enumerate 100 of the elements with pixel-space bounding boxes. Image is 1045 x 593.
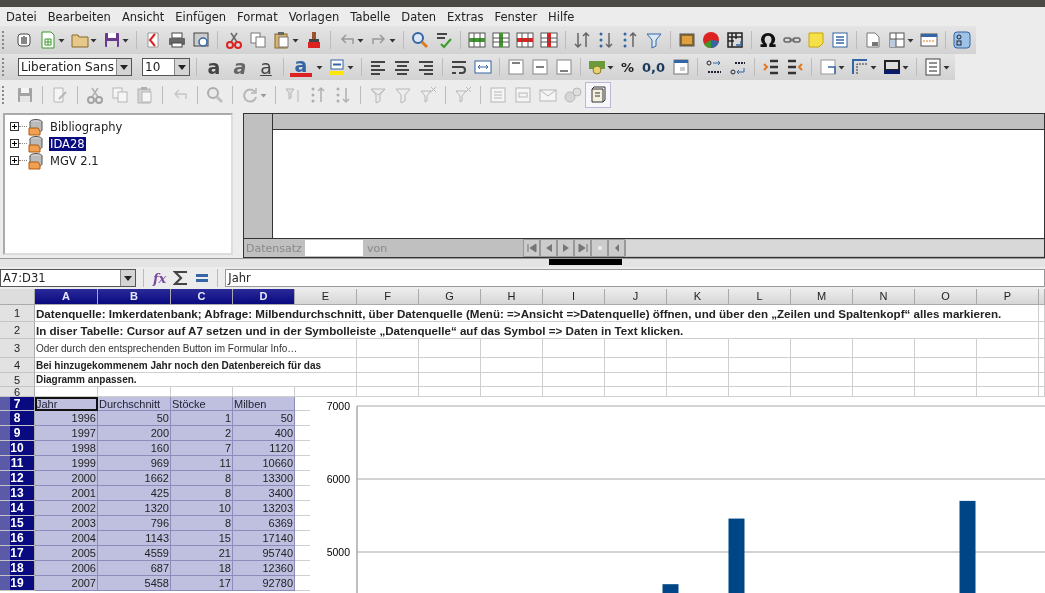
underline-button[interactable]: a <box>255 57 277 77</box>
align-left-icon[interactable] <box>369 58 387 76</box>
pivot-table-icon[interactable] <box>726 31 744 49</box>
row-header[interactable]: 3 <box>0 339 35 358</box>
shapes-icon[interactable] <box>953 31 972 49</box>
toolbar-grip[interactable] <box>2 86 7 104</box>
clipboard-icon[interactable] <box>136 86 154 104</box>
sum-icon[interactable] <box>173 269 190 287</box>
column-header[interactable]: M <box>791 289 853 305</box>
wrap-text-icon[interactable] <box>450 58 468 76</box>
align-center-icon[interactable] <box>393 58 411 76</box>
previous-record-button[interactable] <box>540 239 557 257</box>
menu-item[interactable]: Extras <box>441 9 489 24</box>
sort-icon[interactable] <box>573 31 591 49</box>
filter-icon[interactable] <box>645 31 663 49</box>
column-header[interactable]: D <box>233 289 295 305</box>
align-right-icon[interactable] <box>417 58 435 76</box>
spellcheck-icon[interactable] <box>435 31 453 49</box>
column-header[interactable]: J <box>605 289 667 305</box>
column-header[interactable]: L <box>729 289 791 305</box>
text-frame-icon[interactable] <box>831 31 850 49</box>
italic-button[interactable]: a <box>229 57 251 77</box>
number-format-icon[interactable] <box>672 58 691 76</box>
floppy-icon[interactable] <box>103 31 121 49</box>
pie-chart-icon[interactable] <box>702 31 720 49</box>
menu-item[interactable]: Format <box>231 9 283 24</box>
data-to-fields-icon[interactable] <box>514 86 532 104</box>
column-header[interactable]: P <box>977 289 1039 305</box>
data-source-item[interactable]: IDA28 <box>49 136 86 151</box>
new-record-button[interactable] <box>591 239 608 257</box>
sort-ascending-icon[interactable] <box>597 31 615 49</box>
borders-icon[interactable] <box>819 58 838 76</box>
insert-columns-icon[interactable] <box>492 31 510 49</box>
expand-icon[interactable] <box>10 122 19 131</box>
align-bottom-icon[interactable] <box>555 58 573 76</box>
menu-item[interactable]: Datei <box>0 9 42 24</box>
column-header[interactable]: H <box>481 289 543 305</box>
hand-icon[interactable] <box>15 31 33 49</box>
last-icon[interactable] <box>577 243 588 253</box>
headers-icon[interactable] <box>920 31 939 49</box>
row-header[interactable]: 1 <box>0 305 35 322</box>
row-header[interactable]: 10 <box>0 441 35 456</box>
scissors-icon[interactable] <box>225 31 243 49</box>
first-record-button[interactable] <box>523 239 540 257</box>
next-record-button[interactable] <box>557 239 574 257</box>
column-header[interactable]: O <box>915 289 977 305</box>
menu-item[interactable]: Daten <box>395 9 442 24</box>
highlight-icon[interactable] <box>328 58 346 76</box>
delete-rows-icon[interactable] <box>516 31 534 49</box>
row-header[interactable]: 18 <box>0 561 35 576</box>
column-header[interactable]: E <box>295 289 357 305</box>
column-header[interactable]: B <box>98 289 171 305</box>
toolbar-grip[interactable] <box>2 31 7 49</box>
row-header[interactable]: 6 <box>0 387 35 397</box>
row-header[interactable]: 15 <box>0 516 35 531</box>
horizontal-scrollbar[interactable] <box>625 240 1044 256</box>
expand-icon[interactable] <box>10 156 19 165</box>
outdent-icon[interactable] <box>786 58 805 76</box>
print-preview-icon[interactable] <box>192 31 210 49</box>
menu-item[interactable]: Bearbeiten <box>41 9 116 24</box>
special-character-button[interactable]: Ω <box>758 30 779 50</box>
document-icon[interactable] <box>586 83 610 107</box>
column-header[interactable]: I <box>543 289 605 305</box>
row-header[interactable]: 19 <box>0 576 35 591</box>
row-header[interactable]: 13 <box>0 486 35 501</box>
last-record-button[interactable] <box>574 239 591 257</box>
scroll-left-button[interactable] <box>608 239 625 257</box>
merge-cells-icon[interactable] <box>474 58 492 76</box>
printer-icon[interactable] <box>168 31 186 49</box>
data-source-item[interactable]: MGV 2.1 <box>49 153 100 168</box>
border-style-icon[interactable] <box>851 58 870 76</box>
add-decimal-icon[interactable] <box>705 58 724 76</box>
menu-item[interactable]: Einfügen <box>169 9 232 24</box>
next-icon[interactable] <box>560 243 571 253</box>
align-top-icon[interactable] <box>507 58 525 76</box>
paintbrush-icon[interactable] <box>305 31 323 49</box>
font-size-field[interactable]: 10 <box>142 58 190 76</box>
indent-icon[interactable] <box>762 58 781 76</box>
name-box[interactable]: A7:D31 <box>0 269 136 287</box>
clipboard-icon[interactable] <box>273 31 291 49</box>
row-header[interactable]: 11 <box>0 456 35 471</box>
row-header[interactable]: 2 <box>0 322 35 339</box>
row-header[interactable]: 7 <box>0 397 35 411</box>
column-header[interactable]: N <box>853 289 915 305</box>
formula-input[interactable]: Jahr <box>225 269 1045 287</box>
toolbar-grip[interactable] <box>2 58 7 76</box>
row-header[interactable]: 5 <box>0 373 35 387</box>
first-icon[interactable] <box>526 243 537 253</box>
column-header[interactable]: C <box>171 289 233 305</box>
search-icon[interactable] <box>411 31 429 49</box>
expand-icon[interactable] <box>10 139 19 148</box>
splitter-handle[interactable] <box>548 259 622 265</box>
row-header[interactable]: 12 <box>0 471 35 486</box>
align-middle-icon[interactable] <box>531 58 549 76</box>
image-icon[interactable] <box>678 31 696 49</box>
row-header[interactable]: 16 <box>0 531 35 546</box>
font-name-field[interactable]: Liberation Sans <box>18 58 132 76</box>
column-header[interactable]: F <box>357 289 419 305</box>
sort-descending-icon[interactable] <box>621 31 639 49</box>
record-field[interactable] <box>305 240 363 256</box>
